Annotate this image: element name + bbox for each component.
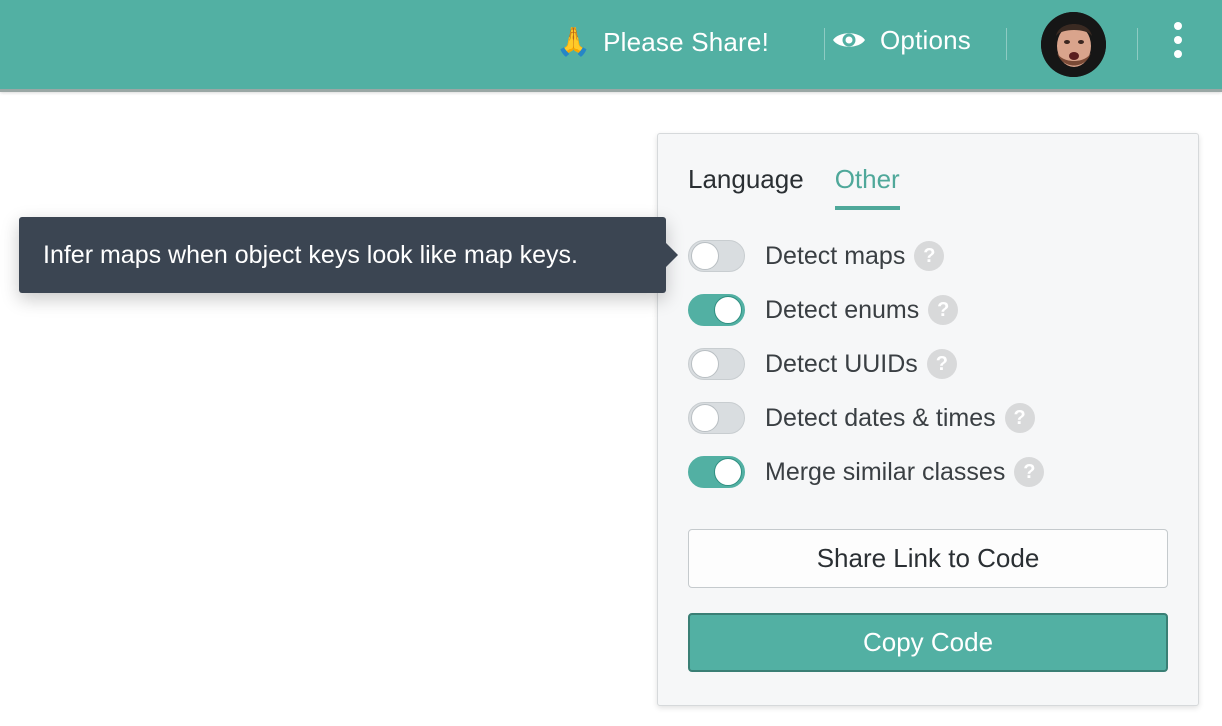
option-label: Detect dates & times [765, 403, 996, 432]
option-detect-maps: Detect maps ? [688, 236, 945, 276]
tooltip-arrow [666, 243, 678, 267]
options-panel: Language Other Detect maps ? Detect enum… [657, 133, 1199, 706]
eye-icon [833, 33, 865, 47]
options-tabs: Language Other [688, 164, 931, 212]
user-avatar[interactable] [1041, 12, 1106, 77]
help-icon[interactable]: ? [914, 241, 945, 271]
please-share-label: Please Share! [603, 26, 770, 57]
divider [1137, 28, 1138, 60]
avatar-image [1041, 12, 1106, 77]
divider [824, 28, 825, 60]
tooltip-text: Infer maps when object keys look like ma… [43, 240, 578, 269]
tab-language[interactable]: Language [688, 164, 804, 210]
options-label: Options [880, 24, 972, 55]
detect-uuids-toggle[interactable] [688, 348, 745, 380]
help-icon[interactable]: ? [1004, 403, 1035, 433]
option-detect-dates-times: Detect dates & times ? [688, 398, 1035, 438]
please-share-link[interactable]: 🙏 Please Share! [556, 22, 769, 62]
option-label: Detect UUIDs [765, 349, 918, 378]
praying-hands-icon: 🙏 [556, 26, 592, 57]
options-button[interactable]: Options [832, 20, 971, 60]
help-icon[interactable]: ? [926, 349, 957, 379]
detect-dates-times-toggle[interactable] [688, 402, 745, 434]
share-link-button[interactable]: Share Link to Code [688, 529, 1168, 588]
option-label: Merge similar classes [765, 457, 1006, 486]
top-navbar: 🙏 Please Share! Options [0, 0, 1222, 92]
detect-enums-toggle[interactable] [688, 294, 745, 326]
help-icon[interactable]: ? [928, 295, 959, 325]
detect-maps-toggle[interactable] [688, 240, 745, 272]
divider [1006, 28, 1007, 60]
copy-code-button[interactable]: Copy Code [688, 613, 1168, 672]
option-merge-similar-classes: Merge similar classes ? [688, 452, 1045, 492]
option-label: Detect enums [765, 295, 920, 324]
option-label: Detect maps [765, 241, 906, 270]
option-detect-uuids: Detect UUIDs ? [688, 344, 957, 384]
tab-other[interactable]: Other [834, 164, 900, 210]
tooltip: Infer maps when object keys look like ma… [19, 217, 678, 293]
more-menu-icon[interactable] [1166, 20, 1190, 60]
option-detect-enums: Detect enums ? [688, 290, 959, 330]
help-icon[interactable]: ? [1014, 457, 1045, 487]
merge-similar-classes-toggle[interactable] [688, 456, 745, 488]
